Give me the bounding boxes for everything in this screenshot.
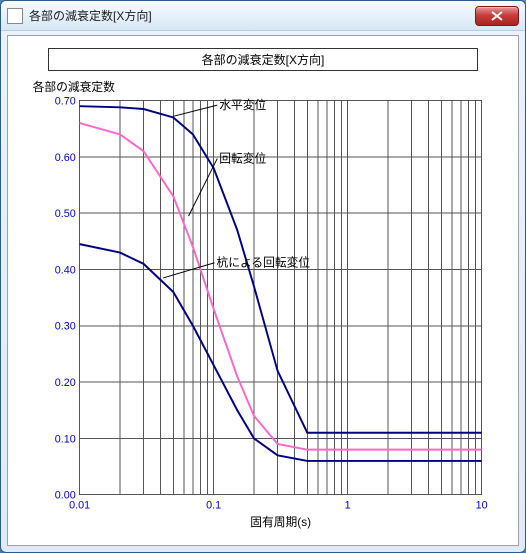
window-title: 各部の減衰定数[X方向] [29,7,475,24]
svg-text:10: 10 [476,499,488,511]
svg-text:水平変位: 水平変位 [219,98,266,112]
app-icon [7,8,23,24]
chart-svg: 各部の減衰定数0.000.100.200.300.400.500.600.700… [20,79,506,530]
svg-text:0.40: 0.40 [55,264,76,276]
svg-text:0.70: 0.70 [55,95,76,107]
app-window: 各部の減衰定数[X方向] 各部の減衰定数[X方向] 各部の減衰定数0.000.1… [0,0,526,553]
svg-text:0.60: 0.60 [55,152,76,164]
svg-text:回転変位: 回転変位 [219,152,266,166]
client-area: 各部の減衰定数[X方向] 各部の減衰定数0.000.100.200.300.40… [7,35,519,546]
svg-text:0.30: 0.30 [55,321,76,333]
svg-text:1: 1 [345,499,351,511]
titlebar: 各部の減衰定数[X方向] [1,1,525,31]
chart-container: 各部の減衰定数0.000.100.200.300.400.500.600.700… [20,79,506,530]
close-button[interactable] [475,6,519,26]
svg-text:0.01: 0.01 [69,499,90,511]
svg-text:各部の減衰定数: 各部の減衰定数 [33,80,115,94]
chart-title: 各部の減衰定数[X方向] [48,48,478,71]
svg-text:0.50: 0.50 [55,208,76,220]
svg-text:0.20: 0.20 [55,377,76,389]
svg-text:固有周期(s): 固有周期(s) [250,515,311,529]
close-icon [491,11,503,21]
svg-text:0.10: 0.10 [55,433,76,445]
svg-text:杭による回転変位: 杭による回転変位 [216,256,310,270]
svg-text:0.1: 0.1 [206,499,221,511]
